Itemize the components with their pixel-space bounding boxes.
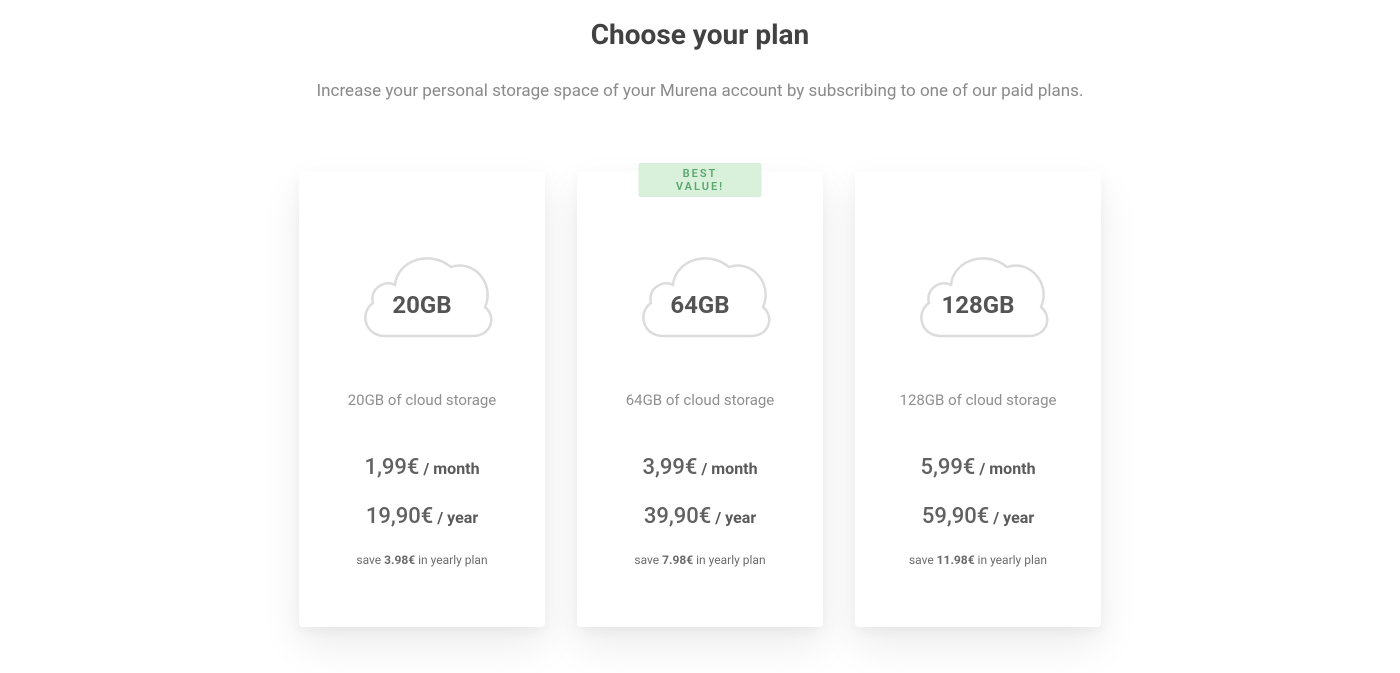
plan-size: 64GB [670, 291, 729, 319]
cloud-icon: 20GB [347, 241, 497, 351]
save-amount: 3.98€ [384, 553, 415, 567]
save-suffix: in yearly plan [975, 553, 1047, 567]
yearly-amount: 39,90€ [644, 504, 711, 529]
save-prefix: save [634, 553, 662, 567]
yearly-price: 39,90€ / year [597, 504, 803, 529]
yearly-label: / year [989, 508, 1034, 527]
page-title: Choose your plan [0, 18, 1400, 51]
monthly-amount: 5,99€ [920, 455, 975, 480]
plan-card-20gb[interactable]: 20GB 20GB of cloud storage 1,99€ / month… [299, 171, 545, 627]
savings-note: save 11.98€ in yearly plan [875, 553, 1081, 567]
save-amount: 7.98€ [662, 553, 693, 567]
monthly-label: / month [975, 459, 1035, 478]
monthly-price: 5,99€ / month [875, 455, 1081, 480]
cloud-icon: 64GB [625, 241, 775, 351]
yearly-label: / year [433, 508, 478, 527]
plan-size: 20GB [392, 291, 451, 319]
plan-card-64gb[interactable]: BEST VALUE! 64GB 64GB of cloud storage 3… [577, 171, 823, 627]
plan-description: 20GB of cloud storage [319, 391, 525, 409]
yearly-price: 59,90€ / year [875, 504, 1081, 529]
page-subtitle: Increase your personal storage space of … [0, 81, 1400, 101]
monthly-label: / month [697, 459, 757, 478]
save-suffix: in yearly plan [693, 553, 765, 567]
savings-note: save 7.98€ in yearly plan [597, 553, 803, 567]
monthly-amount: 3,99€ [642, 455, 697, 480]
plan-description: 128GB of cloud storage [875, 391, 1081, 409]
plans-row: 20GB 20GB of cloud storage 1,99€ / month… [0, 171, 1400, 627]
best-value-badge: BEST VALUE! [639, 163, 762, 197]
save-prefix: save [356, 553, 384, 567]
save-amount: 11.98€ [937, 553, 975, 567]
plan-size: 128GB [942, 291, 1015, 319]
plan-description: 64GB of cloud storage [597, 391, 803, 409]
yearly-amount: 59,90€ [922, 504, 989, 529]
plan-card-128gb[interactable]: 128GB 128GB of cloud storage 5,99€ / mon… [855, 171, 1101, 627]
save-suffix: in yearly plan [415, 553, 487, 567]
yearly-price: 19,90€ / year [319, 504, 525, 529]
pricing-container: Choose your plan Increase your personal … [0, 0, 1400, 627]
monthly-price: 3,99€ / month [597, 455, 803, 480]
cloud-icon: 128GB [903, 241, 1053, 351]
monthly-label: / month [419, 459, 479, 478]
savings-note: save 3.98€ in yearly plan [319, 553, 525, 567]
monthly-amount: 1,99€ [364, 455, 419, 480]
monthly-price: 1,99€ / month [319, 455, 525, 480]
save-prefix: save [909, 553, 937, 567]
yearly-amount: 19,90€ [366, 504, 433, 529]
yearly-label: / year [711, 508, 756, 527]
